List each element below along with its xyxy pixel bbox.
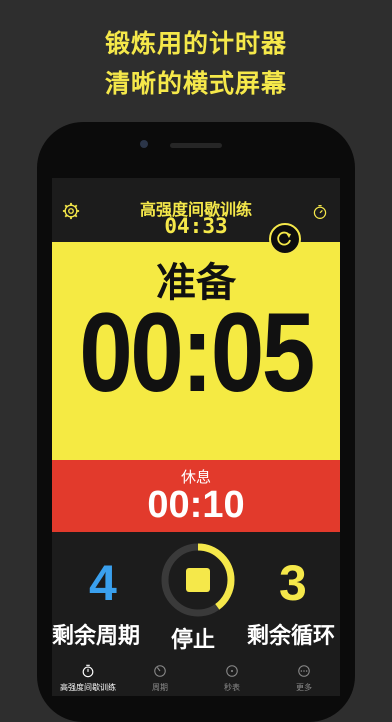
tab-stopwatch[interactable]: 秒表 xyxy=(196,662,268,696)
timer-icon xyxy=(154,665,166,677)
stop-button[interactable] xyxy=(160,542,236,618)
more-icon xyxy=(298,665,310,677)
earpiece-speaker xyxy=(170,143,222,148)
tab-bar: 高强度间歇训练 周期 秒表 更多 xyxy=(52,662,340,696)
tab-label: 高强度间歇训练 xyxy=(60,683,116,692)
promo-line-2: 清晰的横式屏幕 xyxy=(104,69,287,98)
tab-label: 秒表 xyxy=(224,683,240,692)
tab-periods[interactable]: 周期 xyxy=(124,662,196,696)
refresh-icon xyxy=(277,231,291,246)
current-phase-panel: 准备 00:05 xyxy=(52,242,340,460)
remaining-cycles-label: 剩余循环 xyxy=(247,624,336,649)
stopwatch-icon xyxy=(226,665,238,677)
tab-label: 更多 xyxy=(296,683,312,692)
app-screen: 高强度间歇训练 04:33 准备 00:05 休息 00:10 4 剩余周期 停… xyxy=(52,178,340,696)
next-phase-time: 00:10 xyxy=(147,484,245,526)
stop-icon xyxy=(186,568,210,592)
next-phase-panel: 休息 00:10 xyxy=(52,460,340,532)
front-camera xyxy=(140,140,148,148)
stop-label[interactable]: 停止 xyxy=(171,622,215,654)
stopwatch-icon xyxy=(82,664,94,678)
promo-line-1: 锻炼用的计时器 xyxy=(104,29,287,58)
tab-label: 周期 xyxy=(152,683,168,692)
remaining-cycles-value: 3 xyxy=(279,555,307,611)
phase-countdown: 00:05 xyxy=(79,290,315,415)
reset-button[interactable] xyxy=(269,223,301,255)
remaining-periods-label: 剩余周期 xyxy=(52,624,141,649)
tab-more[interactable]: 更多 xyxy=(268,662,340,696)
tab-hiit[interactable]: 高强度间歇训练 xyxy=(52,662,124,696)
remaining-periods-value: 4 xyxy=(89,555,117,611)
